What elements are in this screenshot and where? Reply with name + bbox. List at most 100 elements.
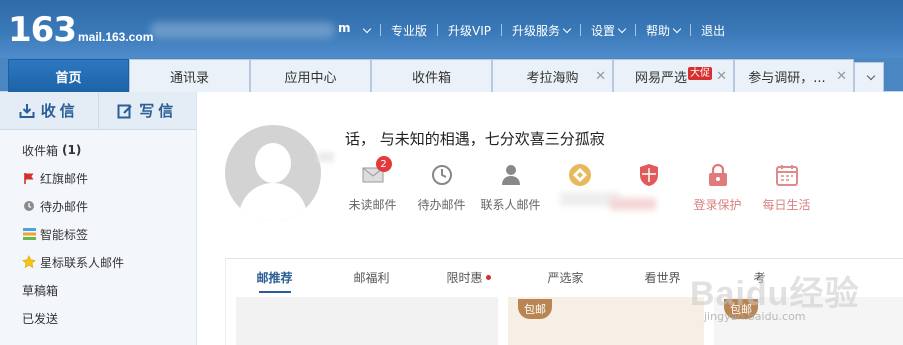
user-menu-caret[interactable] [360, 24, 372, 33]
quick-label: 待办邮件 [417, 198, 466, 212]
folder-label: 待办邮件 [40, 199, 89, 214]
avatar-body-shape [239, 183, 307, 221]
folder-smart-tags[interactable]: 智能标签 [0, 220, 196, 248]
folder-list: 收件箱 (1) 红旗邮件 待办邮件 智能标签 星标联系人邮件 草稿箱 已发送 [0, 130, 196, 332]
subtab-label: 限时惠 [446, 270, 483, 285]
download-tray-icon [19, 103, 35, 119]
subtab-label: 邮福利 [353, 270, 390, 285]
folder-sent[interactable]: 已发送 [0, 304, 196, 332]
product-card[interactable] [236, 297, 498, 345]
product-card[interactable]: 包邮 [508, 297, 704, 345]
top-nav: 专业版 升级VIP 升级服务 设置 帮助 退出 [360, 20, 725, 40]
nav-label: 帮助 [646, 23, 671, 38]
tab-label: 参与调研，... [748, 70, 826, 86]
folder-inbox[interactable]: 收件箱 (1) [0, 136, 196, 164]
compose-label: 写信 [139, 102, 178, 120]
chevron-down-icon [672, 24, 682, 33]
free-shipping-tag: 包邮 [724, 299, 758, 319]
close-icon[interactable]: ✕ [836, 69, 847, 84]
lock-icon [705, 162, 731, 188]
recommend-tabs: 邮推荐 邮福利 限时惠 严选家 看世界 考 [226, 259, 903, 295]
tab-overflow-button[interactable] [854, 62, 884, 92]
quick-login-protection[interactable]: 登录保护 [683, 162, 752, 213]
tab-home[interactable]: 首页 [8, 59, 129, 92]
folder-label: 智能标签 [40, 227, 89, 242]
chevron-down-icon [362, 24, 372, 33]
unread-badge: 2 [375, 156, 392, 172]
nav-logout[interactable]: 退出 [701, 22, 725, 39]
nav-upgrade-service[interactable]: 升级服务 [512, 22, 572, 39]
tab-app-center[interactable]: 应用中心 [250, 59, 371, 92]
mail-actions: 收信 写信 [0, 92, 196, 130]
tab-label: 应用中心 [284, 70, 337, 86]
folder-label: 红旗邮件 [40, 171, 89, 186]
clock-icon [22, 199, 36, 213]
divider [580, 24, 582, 36]
calendar-icon [774, 162, 800, 188]
product-card[interactable]: 包邮 [714, 297, 903, 345]
divider [437, 24, 439, 36]
divider [635, 24, 637, 36]
coin-icon [567, 162, 593, 188]
tab-survey[interactable]: 参与调研，... ✕ [734, 59, 854, 92]
tab-contacts[interactable]: 通讯录 [129, 59, 250, 92]
blurred-text [318, 152, 334, 162]
nav-settings[interactable]: 设置 [591, 22, 627, 39]
red-flag-icon [22, 171, 36, 185]
nav-upgrade-vip[interactable]: 升级VIP [448, 22, 491, 39]
divider [690, 24, 692, 36]
folder-starred-contacts[interactable]: 星标联系人邮件 [0, 248, 196, 276]
logo[interactable]: 163 mail.163.com [8, 6, 153, 50]
new-dot-icon [485, 274, 491, 280]
subtab-limited-deals[interactable]: 限时惠 [420, 259, 517, 295]
tab-label: 网易严选 大促 [635, 66, 712, 86]
chevron-down-icon [562, 24, 572, 33]
folder-todo[interactable]: 待办邮件 [0, 192, 196, 220]
close-icon[interactable]: ✕ [716, 69, 727, 84]
subtab-world[interactable]: 看世界 [614, 259, 711, 295]
tab-label: 通讯录 [169, 70, 209, 86]
promo-badge: 大促 [688, 66, 712, 80]
tab-inbox[interactable]: 收件箱 [371, 59, 492, 92]
tab-label: 收件箱 [411, 70, 451, 86]
blurred-text [610, 198, 656, 210]
nav-help[interactable]: 帮助 [646, 22, 682, 39]
contact-icon [498, 162, 524, 188]
tab-label: 考拉海购 [526, 70, 579, 86]
receive-button[interactable]: 收信 [0, 92, 99, 129]
unread-count: (1) [62, 143, 82, 157]
tab-yanxuan[interactable]: 网易严选 大促 ✕ [613, 59, 734, 92]
folder-label: 草稿箱 [22, 283, 59, 298]
nav-label: 退出 [701, 23, 726, 38]
greeting-text: 话， 与未知的相遇，七分欢喜三分孤寂 [345, 130, 605, 148]
star-icon [22, 255, 36, 269]
mail-icon: 2 [360, 156, 392, 188]
subtab-label: 考 [753, 270, 766, 285]
logo-domain: mail.163.com [77, 30, 154, 44]
top-header: 163 mail.163.com m 专业版 升级VIP 升级服务 设置 帮助 … [0, 0, 903, 58]
subtab-yanxuan-home[interactable]: 严选家 [517, 259, 614, 295]
tab-kaola[interactable]: 考拉海购 ✕ [492, 59, 613, 92]
nav-pro-edition[interactable]: 专业版 [391, 22, 427, 39]
free-shipping-tag: 包邮 [518, 299, 552, 319]
close-icon[interactable]: ✕ [595, 69, 606, 84]
folder-label: 收件箱 [22, 143, 59, 158]
folder-drafts[interactable]: 草稿箱 [0, 276, 196, 304]
subtab-mail-welfare[interactable]: 邮福利 [323, 259, 420, 295]
folder-flagged[interactable]: 红旗邮件 [0, 164, 196, 192]
quick-unread[interactable]: 2 未读邮件 [338, 156, 407, 213]
username-tail[interactable]: m [338, 21, 351, 35]
product-cards: 包邮 包邮 [236, 297, 903, 345]
quick-todo[interactable]: 待办邮件 [407, 162, 476, 213]
subtab-label: 严选家 [547, 270, 584, 285]
quick-daily-life[interactable]: 每日生活 [752, 162, 821, 213]
quick-label: 联系人邮件 [480, 198, 541, 212]
compose-button[interactable]: 写信 [99, 92, 197, 129]
quick-contact-mail[interactable]: 联系人邮件 [476, 162, 545, 213]
avatar[interactable] [225, 125, 321, 221]
subtab-mail-recommend[interactable]: 邮推荐 [226, 259, 323, 295]
tab-label: 首页 [55, 70, 82, 86]
clock-icon [429, 162, 455, 188]
subtab-exam[interactable]: 考 [711, 259, 808, 295]
tag-stack-icon [22, 227, 36, 241]
